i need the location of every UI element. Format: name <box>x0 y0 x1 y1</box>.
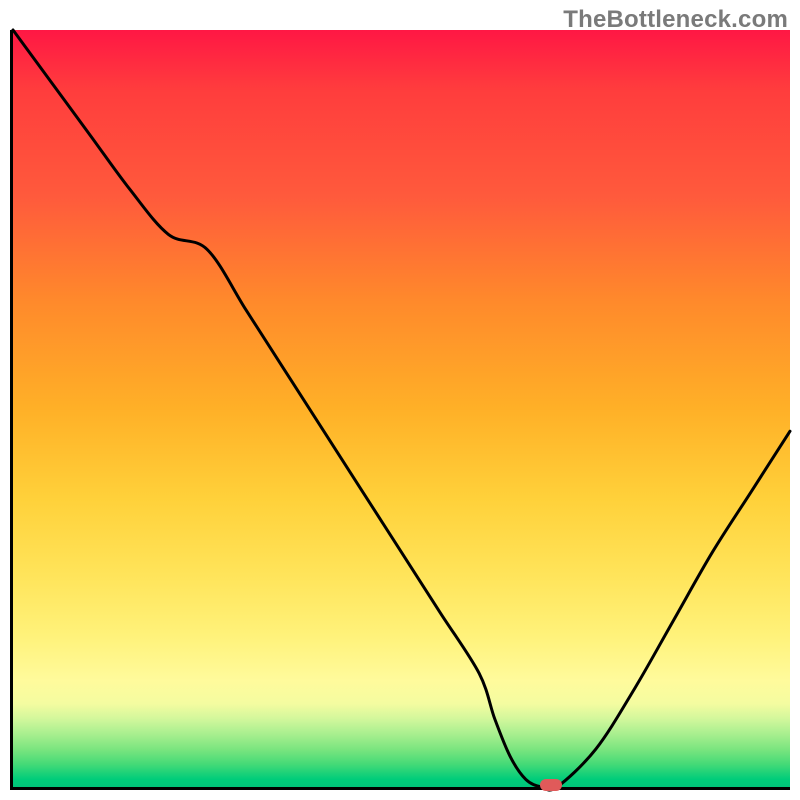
chart-container: TheBottleneck.com <box>0 0 800 800</box>
bottleneck-curve <box>13 30 790 787</box>
plot-area <box>10 30 790 790</box>
optimal-marker <box>540 779 562 791</box>
